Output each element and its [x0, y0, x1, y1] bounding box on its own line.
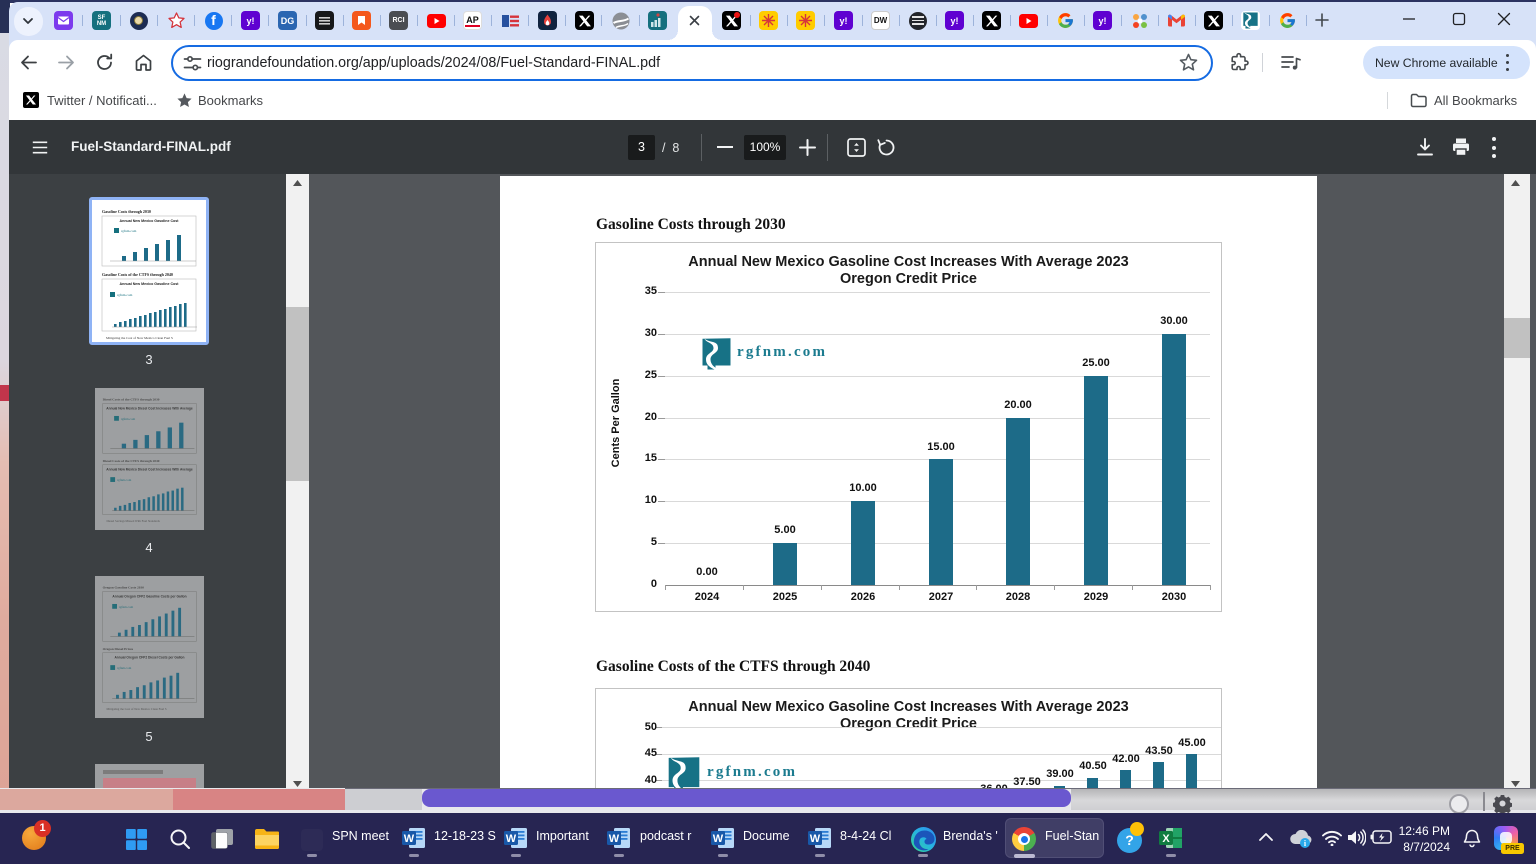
svg-text:Gasoline Costs through 2030: Gasoline Costs through 2030 — [102, 209, 151, 214]
svg-text:W: W — [404, 833, 415, 845]
svg-text:Annual Oregon CFP2 Gasoline Co: Annual Oregon CFP2 Gasoline Costs per Ga… — [112, 594, 186, 598]
svg-text:Annual New Mexico Gasoline Cos: Annual New Mexico Gasoline Cost — [120, 219, 180, 223]
svg-text:Mitigating the Cost of New Mex: Mitigating the Cost of New Mexico Clean … — [106, 707, 166, 711]
svg-text:Annual New Mexico Diesel Cost: Annual New Mexico Diesel Cost Increases … — [106, 467, 193, 471]
svg-text:W: W — [506, 833, 517, 845]
svg-text:Diesel Costs of the CTFS throu: Diesel Costs of the CTFS through 2040 — [103, 459, 160, 463]
svg-text:rgfnm.com: rgfnm.com — [119, 605, 134, 609]
svg-text:Oregon Diesel Prices: Oregon Diesel Prices — [103, 647, 134, 651]
svg-text:Mitigating the Cost of New Mex: Mitigating the Cost of New Mexico Clean … — [106, 336, 173, 340]
svg-text:Diesel Savings Missed With Fue: Diesel Savings Missed With Fuel Standard… — [106, 519, 160, 523]
svg-text:rgfnm.com: rgfnm.com — [117, 478, 132, 482]
svg-text:W: W — [609, 833, 620, 845]
svg-text:Gasoline Costs of the CTFS thr: Gasoline Costs of the CTFS through 2040 — [102, 272, 173, 277]
svg-text:Diesel Costs of the CTFS throu: Diesel Costs of the CTFS through 2030 — [103, 398, 160, 402]
svg-text:rgfnm.com: rgfnm.com — [117, 293, 133, 297]
svg-text:Annual New Mexico Diesel Cost: Annual New Mexico Diesel Cost Increases … — [106, 406, 193, 410]
svg-text:Oregon Gasoline Costs 2030: Oregon Gasoline Costs 2030 — [103, 586, 145, 590]
svg-text:rgfnm.com: rgfnm.com — [121, 417, 136, 421]
svg-text:X: X — [1162, 833, 1170, 845]
svg-text:W: W — [810, 833, 821, 845]
svg-text:Annual Oregon CFP2 Diesel Cost: Annual Oregon CFP2 Diesel Costs per Gall… — [114, 655, 184, 659]
svg-text:W: W — [713, 833, 724, 845]
svg-text:rgfnm.com: rgfnm.com — [121, 229, 137, 233]
svg-text:Annual New Mexico Gasoline Cos: Annual New Mexico Gasoline Cost — [120, 282, 180, 286]
svg-text:rgfnm.com: rgfnm.com — [117, 666, 132, 670]
